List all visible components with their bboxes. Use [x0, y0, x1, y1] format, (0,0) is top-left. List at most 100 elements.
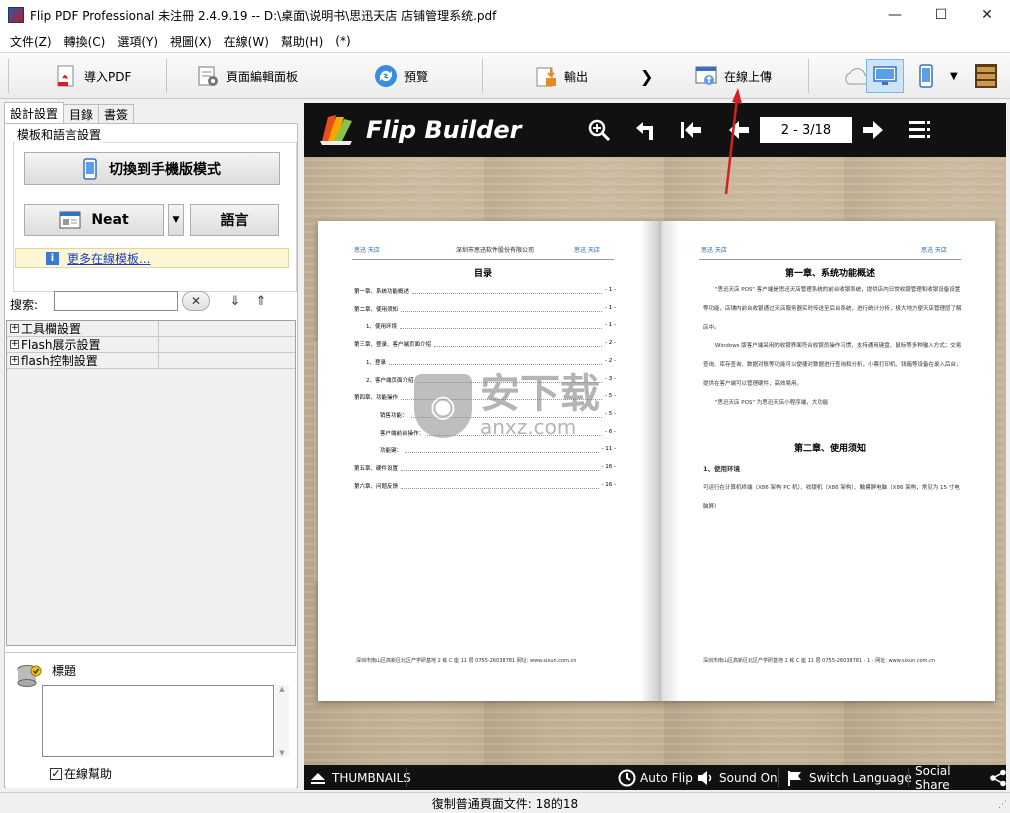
template-button[interactable]: Neat [24, 204, 164, 236]
menu-online[interactable]: 在線(W) [218, 33, 275, 50]
property-scrollbar[interactable]: ▲ ▼ [275, 685, 289, 757]
online-help-toggle[interactable]: ✓ 在線幫助 [50, 765, 112, 782]
page-header-brand: 思迅 天店 [921, 247, 947, 254]
annotation-arrow [724, 88, 742, 195]
preview-button[interactable]: 預覽 [374, 61, 428, 91]
monitor-icon [873, 66, 897, 85]
paragraph: 可运行在计算机终端（X86 架构 PC 机）、收银机（X86 架构）、触摸屏电脑… [703, 485, 960, 510]
clear-search-button[interactable]: ✕ [182, 291, 210, 311]
next-arrow-button[interactable]: ❯ [640, 61, 653, 91]
toolbar-separator [166, 59, 167, 93]
toolbar-separator [8, 59, 9, 93]
toc-row[interactable]: 第一章、系统功能概述 - 1 - [354, 287, 616, 297]
sound-button[interactable]: Sound On [696, 765, 778, 790]
menu-view[interactable]: 視圖(X) [164, 33, 218, 50]
language-button[interactable]: 語言 [190, 204, 279, 236]
toc-entry-title: 第六章、问题反馈 [354, 483, 399, 490]
import-pdf-button[interactable]: 導入PDF [54, 61, 131, 91]
sort-down-icon[interactable]: ⇓ [226, 293, 244, 309]
tab-bookmarks[interactable]: 書簽 [98, 104, 135, 124]
toc-entry-page: - 11 - [601, 446, 616, 453]
status-text: 復制普通頁面文件: 18的18 [431, 796, 579, 811]
eject-icon [311, 772, 325, 784]
maximize-button[interactable]: ☐ [918, 0, 964, 30]
tree-row-flash-control[interactable]: + flash控制設置 [7, 353, 295, 369]
tree-value-cell [158, 321, 296, 337]
toc-entry-page: - 16 - [601, 481, 616, 488]
toc-entry-page: - 2 - [605, 340, 616, 347]
refresh-icon [374, 64, 398, 88]
close-icon: ✕ [190, 294, 202, 308]
toc-row[interactable]: 第六章、问题反馈 - 16 - [354, 482, 616, 492]
minimize-button[interactable]: — [872, 0, 918, 30]
template-name: Neat [91, 212, 129, 228]
page-number-input[interactable]: 2 - 3/18 [760, 117, 852, 143]
toc-row[interactable]: 第五章、硬件设置 - 16 - [354, 464, 616, 474]
resize-grip-icon[interactable]: ⋰ [998, 800, 1007, 810]
import-pdf-label: 導入PDF [84, 69, 132, 84]
menu-extra[interactable]: (*) [329, 34, 356, 48]
sound-label: Sound On [719, 770, 778, 785]
menu-options[interactable]: 選項(Y) [111, 33, 164, 50]
menu-help[interactable]: 幫助(H) [275, 33, 329, 50]
paragraph: "思迅天店 POS" 为思迅天店小程序端，大功能 [715, 400, 829, 406]
toc-row[interactable]: 1、登录 - 2 - [354, 358, 616, 368]
toc-leader [412, 287, 603, 294]
preview-label: 預覽 [404, 69, 429, 84]
auto-flip-button[interactable]: Auto Flip [618, 765, 693, 790]
thumbnails-label: THUMBNAILS [332, 770, 411, 785]
tree-row-toolbar-settings[interactable]: + 工具欄設置 [7, 321, 295, 337]
menu-convert[interactable]: 轉換(C) [58, 33, 112, 50]
toc-leader [405, 446, 599, 454]
watermark: ◉ 安下载 anxz.com [414, 373, 600, 439]
page-editor-button[interactable]: 頁面編輯面板 [196, 61, 298, 91]
toc-row[interactable]: 第三章、登录、客户端页面介绍 - 2 - [354, 340, 616, 350]
switch-language-button[interactable]: Switch Language [786, 765, 912, 790]
status-bar: 復制普通頁面文件: 18的18 ⋰ [0, 792, 1010, 813]
next-page-icon[interactable] [858, 115, 888, 145]
first-page-icon[interactable] [676, 115, 706, 145]
more-templates-bar: i 更多在線模板... [15, 248, 289, 268]
property-description-box[interactable] [42, 685, 274, 757]
output-icon [534, 64, 558, 88]
tree-row-flash-display[interactable]: + Flash展示設置 [7, 337, 295, 353]
toc-leader [389, 358, 603, 365]
mobile-view-button[interactable] [918, 61, 934, 91]
search-input[interactable] [54, 291, 178, 311]
book-page-left[interactable]: 思迅 天店 深圳市思迅软件股份有限公司 思迅 天店 目录 第一章、系统功能概述 -… [318, 221, 648, 701]
toc-row[interactable]: 功能键： - 11 - [354, 446, 616, 456]
toc-entry-page: - 3 - [605, 375, 616, 382]
database-icon [17, 665, 42, 687]
toolbar-separator [482, 59, 483, 93]
header-rule [699, 259, 961, 260]
bottom-separator [908, 768, 909, 787]
view-dropdown-arrow[interactable]: ▼ [950, 61, 958, 91]
sort-up-icon[interactable]: ⇑ [252, 293, 270, 309]
open-book[interactable]: 思迅 天店 深圳市思迅软件股份有限公司 思迅 天店 目录 第一章、系统功能概述 -… [318, 221, 995, 701]
table-of-contents-icon[interactable] [904, 115, 934, 145]
chapter-title: 第二章、使用须知 [793, 444, 866, 454]
output-button[interactable]: 輸出 [534, 61, 588, 91]
social-share-button[interactable]: Social Share [915, 764, 1006, 790]
desktop-view-button[interactable] [866, 59, 904, 93]
toc-leader [400, 322, 603, 330]
zoom-in-icon[interactable] [584, 115, 614, 145]
toc-row[interactable]: 1、使用环境 - 1 - [354, 322, 616, 332]
book-page-right[interactable]: 思迅 天店 思迅 天店 第一章、系统功能概述 "思迅天店 POS" 客户端是思迅… [665, 221, 995, 701]
template-dropdown-arrow[interactable]: ▼ [168, 204, 184, 236]
menu-file[interactable]: 文件(Z) [4, 33, 58, 50]
flag-icon [788, 770, 801, 786]
close-button[interactable]: ✕ [964, 0, 1010, 30]
more-templates-link[interactable]: 更多在線模板... [67, 250, 150, 267]
online-help-checkbox[interactable]: ✓ [50, 767, 62, 780]
toc-row[interactable]: 第二章、使用须知 - 1 - [354, 305, 616, 315]
bottom-separator [406, 768, 407, 787]
tab-contents[interactable]: 目錄 [63, 104, 100, 124]
tab-design-settings[interactable]: 設計設置 [4, 102, 65, 124]
switch-mobile-label: 切換到手機版模式 [109, 161, 221, 178]
bookshelf-icon[interactable] [974, 61, 998, 91]
back-icon[interactable] [630, 115, 660, 145]
switch-mobile-button[interactable]: 切換到手機版模式 [24, 152, 280, 185]
thumbnails-button[interactable]: THUMBNAILS [310, 765, 411, 790]
header-rule [352, 259, 614, 260]
